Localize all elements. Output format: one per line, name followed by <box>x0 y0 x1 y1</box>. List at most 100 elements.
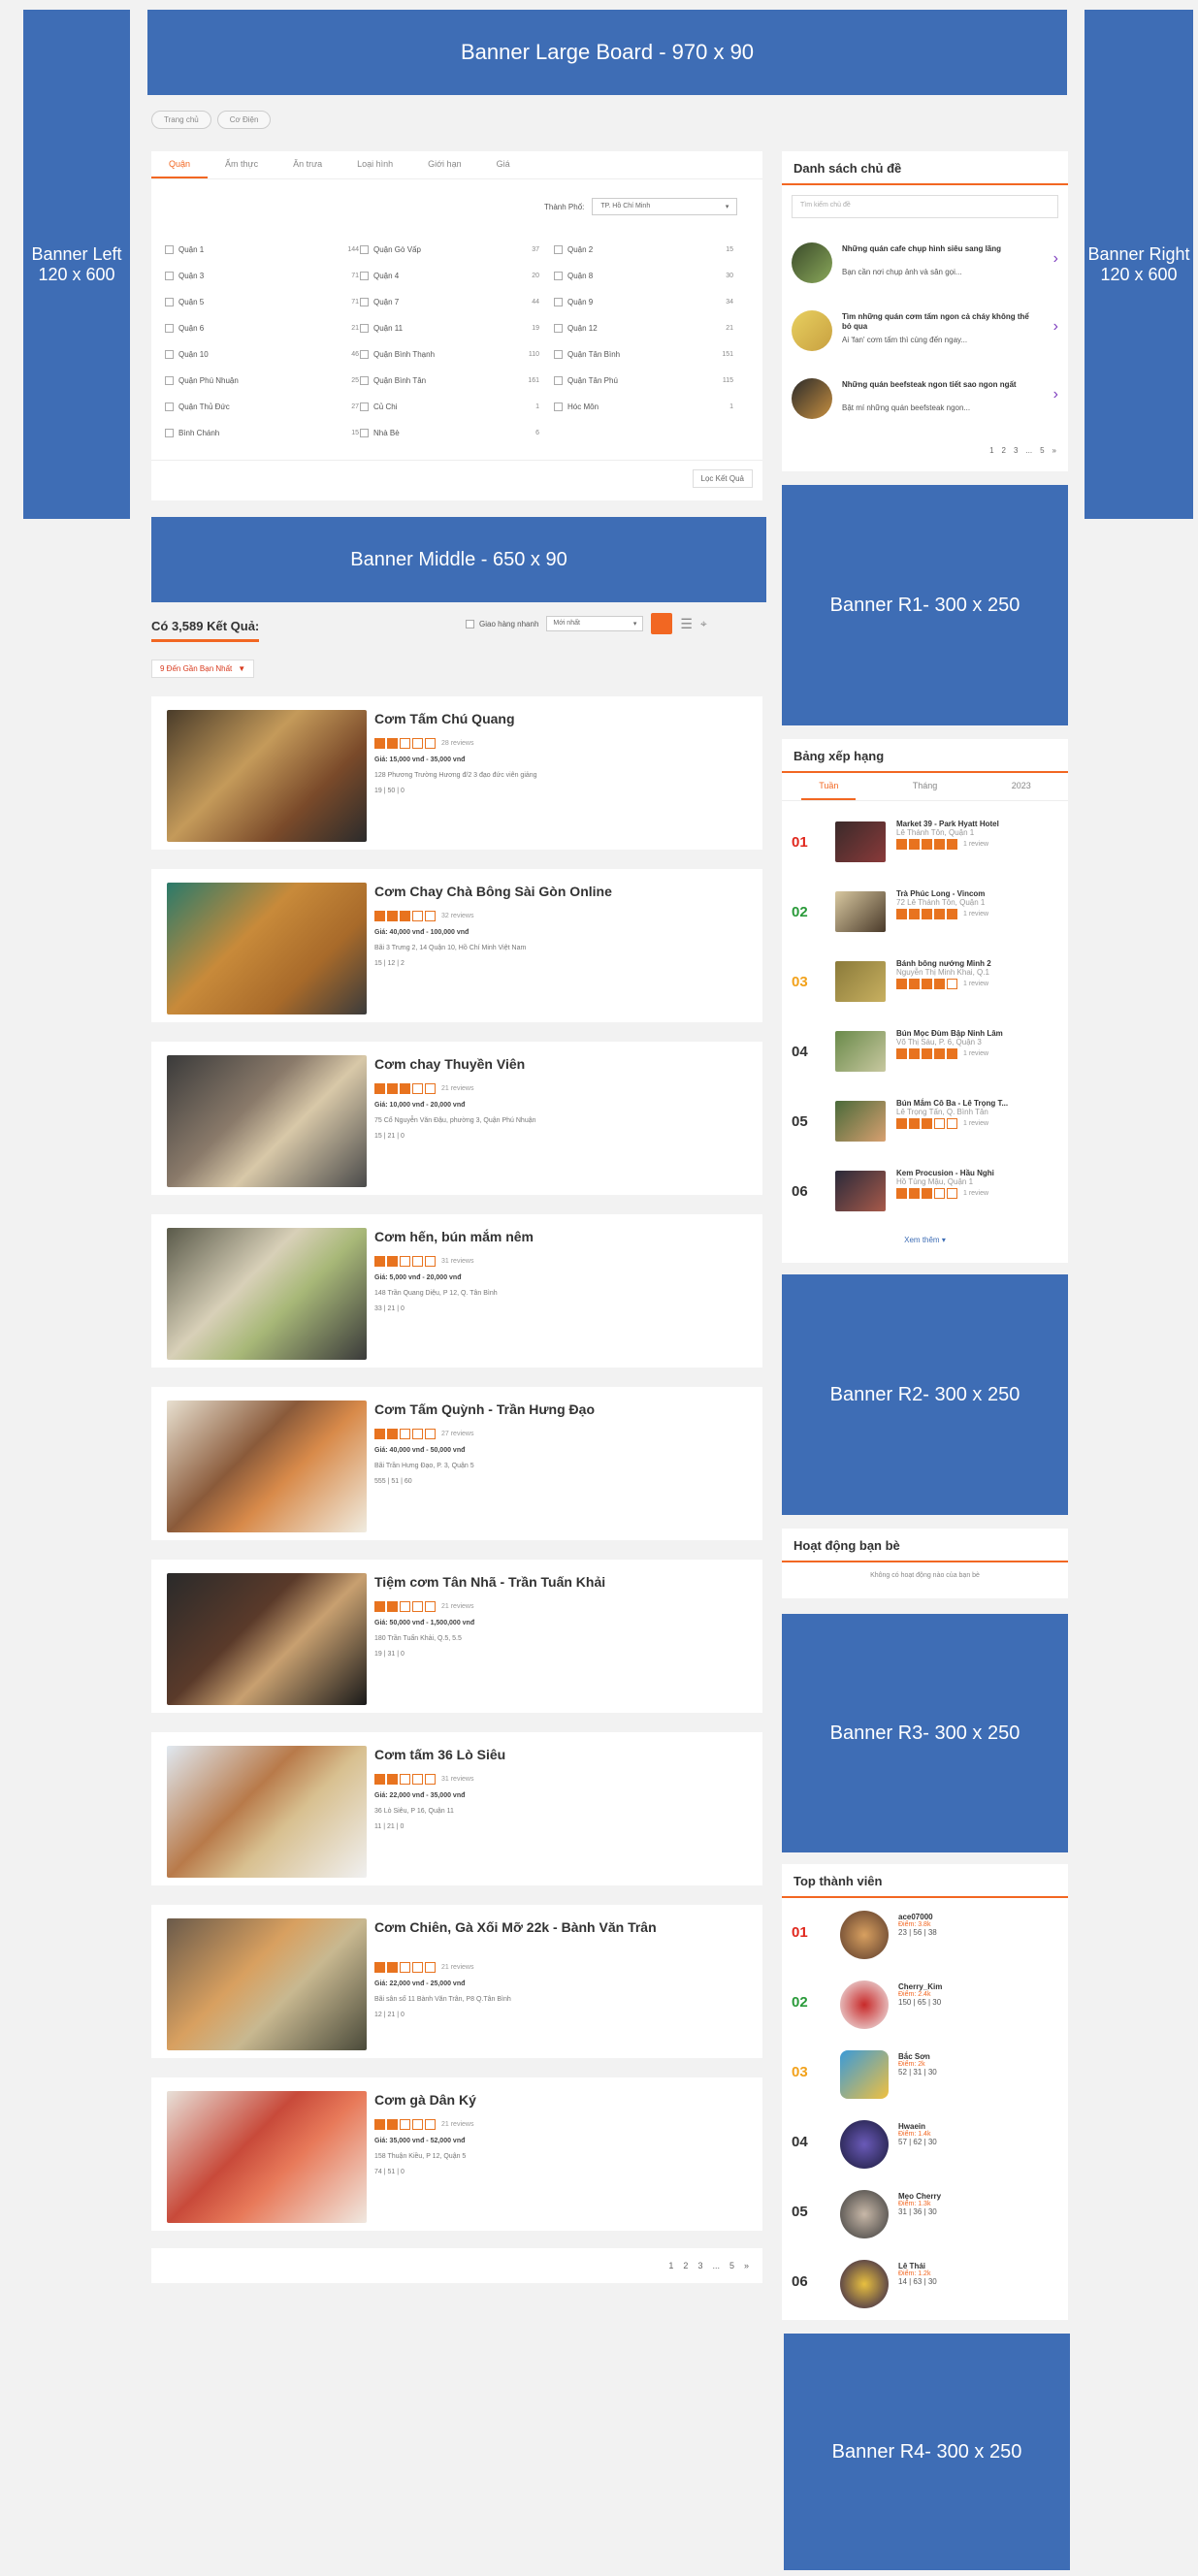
page-link[interactable]: 3 <box>697 2261 702 2270</box>
ranking-item[interactable]: 03 Bánh bông nướng Minh 2 Nguyễn Thị Min… <box>792 956 1058 1014</box>
restaurant-thumbnail[interactable] <box>167 2091 367 2223</box>
member-name[interactable]: Lê Thái <box>898 2262 937 2270</box>
member-item[interactable]: 04 Hwaein Điểm: 1.4k 57 | 62 | 30 <box>792 2116 1058 2174</box>
member-name[interactable]: Cherry_Kim <box>898 1982 942 1991</box>
district-checkbox[interactable]: Quận Bình Tân 161 <box>360 368 539 394</box>
tab-limit[interactable]: Giới hạn <box>410 151 478 178</box>
page-link[interactable]: 1 <box>989 446 993 455</box>
avatar[interactable] <box>840 2260 889 2308</box>
ranking-item[interactable]: 05 Bún Mắm Cô Ba - Lê Trọng T... Lê Trọn… <box>792 1096 1058 1154</box>
topic-item[interactable]: Tìm những quán cơm tấm ngon cả cháy khôn… <box>792 306 1058 365</box>
restaurant-title[interactable]: Cơm Chay Chà Bông Sài Gòn Online <box>374 883 695 900</box>
list-item[interactable]: Cơm Tấm Quỳnh - Trần Hưng Đạo 27 reviews… <box>151 1387 762 1540</box>
district-checkbox[interactable]: Quận Gò Vấp 37 <box>360 237 539 263</box>
restaurant-thumbnail[interactable] <box>167 710 367 842</box>
list-item[interactable]: Tiệm cơm Tân Nhã - Trần Tuấn Khải 21 rev… <box>151 1560 762 1713</box>
district-checkbox[interactable]: Quận 11 19 <box>360 315 539 341</box>
tab-year[interactable]: 2023 <box>994 773 1049 800</box>
tab-district[interactable]: Quận <box>151 151 209 178</box>
restaurant-thumbnail[interactable] <box>167 883 367 1014</box>
restaurant-thumbnail[interactable] <box>167 1055 367 1187</box>
member-name[interactable]: ace07000 <box>898 1913 937 1921</box>
map-pin-icon[interactable]: ⌖ <box>700 617 707 631</box>
restaurant-title[interactable]: Cơm chay Thuyền Viên <box>374 1055 695 1073</box>
restaurant-title[interactable]: Cơm tấm 36 Lò Siêu <box>374 1746 695 1763</box>
banner-right[interactable]: Banner Right 120 x 600 <box>1085 10 1193 519</box>
banner-middle[interactable]: Banner Middle - 650 x 90 <box>151 517 766 602</box>
topic-item[interactable]: Những quán cafe chụp hình siêu sang lãng… <box>792 239 1058 297</box>
avatar[interactable] <box>840 2050 889 2099</box>
chevron-right-icon[interactable]: › <box>1053 250 1058 268</box>
ranking-item[interactable]: 02 Trà Phúc Long - Vincom 72 Lê Thánh Tô… <box>792 886 1058 945</box>
banner-large-board[interactable]: Banner Large Board - 970 x 90 <box>147 10 1067 95</box>
district-checkbox[interactable]: Quận 4 20 <box>360 263 539 289</box>
district-checkbox[interactable]: Quận 9 34 <box>554 289 733 315</box>
chevron-right-icon[interactable]: › <box>1053 386 1058 403</box>
district-checkbox[interactable]: Quận 3 71 <box>165 263 359 289</box>
list-item[interactable]: Cơm chay Thuyền Viên 21 reviews Giá: 10,… <box>151 1042 762 1195</box>
topics-search-input[interactable]: Tìm kiếm chủ đề <box>792 195 1058 218</box>
district-checkbox[interactable]: Quận 7 44 <box>360 289 539 315</box>
page-link[interactable]: 2 <box>683 2261 688 2270</box>
district-checkbox[interactable]: Quận 1 144 <box>165 237 359 263</box>
list-item[interactable]: Cơm hến, bún mắm nêm 31 reviews Giá: 5,0… <box>151 1214 762 1368</box>
distance-dropdown[interactable]: 9 Đến Gần Bạn Nhất ▼ <box>151 660 255 678</box>
banner-r4[interactable]: Banner R4- 300 x 250 <box>784 2334 1070 2570</box>
fast-delivery-checkbox[interactable]: Giao hàng nhanh <box>466 619 538 628</box>
district-checkbox[interactable]: Quận Thủ Đức 27 <box>165 394 359 420</box>
district-checkbox[interactable]: Quận 6 21 <box>165 315 359 341</box>
district-checkbox[interactable]: Quận 5 71 <box>165 289 359 315</box>
restaurant-title[interactable]: Cơm gà Dân Ký <box>374 2091 695 2109</box>
ranking-item[interactable]: 06 Kem Procusion - Hầu Nghi Hồ Tùng Mậu,… <box>792 1166 1058 1224</box>
district-checkbox[interactable]: Bình Chánh 15 <box>165 420 359 446</box>
member-item[interactable]: 03 Bắc Sơn Điểm: 2k 52 | 31 | 30 <box>792 2046 1058 2105</box>
district-checkbox[interactable]: Quận 2 15 <box>554 237 733 263</box>
ranking-more-link[interactable]: Xem thêm ▾ <box>782 1236 1068 1244</box>
next-page-button[interactable]: » <box>1052 446 1056 455</box>
page-link[interactable]: 1 <box>668 2261 673 2270</box>
district-checkbox[interactable]: Củ Chi 1 <box>360 394 539 420</box>
list-item[interactable]: Cơm tấm 36 Lò Siêu 31 reviews Giá: 22,00… <box>151 1732 762 1885</box>
member-name[interactable]: Hwaein <box>898 2122 937 2131</box>
avatar[interactable] <box>840 2190 889 2238</box>
chevron-right-icon[interactable]: › <box>1053 318 1058 336</box>
member-name[interactable]: Mẹo Cherry <box>898 2192 941 2201</box>
restaurant-thumbnail[interactable] <box>167 1918 367 2050</box>
list-item[interactable]: Cơm Chay Chà Bông Sài Gòn Online 32 revi… <box>151 869 762 1022</box>
district-checkbox[interactable]: Quận Bình Thạnh 110 <box>360 341 539 368</box>
restaurant-title[interactable]: Cơm Chiên, Gà Xối Mỡ 22k - Bành Văn Trân <box>374 1918 695 1936</box>
page-link[interactable]: 5 <box>729 2261 734 2270</box>
district-checkbox[interactable]: Quận Tân Bình 151 <box>554 341 733 368</box>
tab-price[interactable]: Giá <box>479 151 528 178</box>
page-link[interactable]: 5 <box>1040 446 1044 455</box>
district-checkbox[interactable]: Hóc Môn 1 <box>554 394 733 420</box>
tab-week[interactable]: Tuần <box>801 773 857 800</box>
tab-cuisine[interactable]: Ẩm thực <box>208 151 275 178</box>
member-item[interactable]: 06 Lê Thái Điểm: 1.2k 14 | 63 | 30 <box>792 2256 1058 2314</box>
page-link[interactable]: 2 <box>1002 446 1006 455</box>
list-item[interactable]: Cơm Chiên, Gà Xối Mỡ 22k - Bành Văn Trân… <box>151 1905 762 2058</box>
member-item[interactable]: 01 ace07000 Điểm: 3.8k 23 | 56 | 38 <box>792 1907 1058 1965</box>
tab-type[interactable]: Loại hình <box>340 151 410 178</box>
banner-r3[interactable]: Banner R3- 300 x 250 <box>782 1614 1068 1852</box>
tab-lunch[interactable]: Ăn trưa <box>275 151 340 178</box>
restaurant-title[interactable]: Tiệm cơm Tân Nhã - Trần Tuấn Khải <box>374 1573 695 1591</box>
list-item[interactable]: Cơm Tấm Chú Quang 28 reviews Giá: 15,000… <box>151 696 762 850</box>
district-checkbox[interactable]: Quận 8 30 <box>554 263 733 289</box>
district-checkbox[interactable]: Nhà Bè 6 <box>360 420 539 446</box>
district-checkbox[interactable]: Quận 12 21 <box>554 315 733 341</box>
breadcrumb-current[interactable]: Cơ Điện <box>216 111 272 129</box>
restaurant-thumbnail[interactable] <box>167 1573 367 1705</box>
banner-r2[interactable]: Banner R2- 300 x 250 <box>782 1274 1068 1515</box>
breadcrumb-home[interactable]: Trang chủ <box>151 111 211 129</box>
tab-month[interactable]: Tháng <box>895 773 955 800</box>
grid-view-icon[interactable] <box>651 613 673 634</box>
restaurant-title[interactable]: Cơm Tấm Quỳnh - Trần Hưng Đạo <box>374 1401 695 1418</box>
restaurant-title[interactable]: Cơm Tấm Chú Quang <box>374 710 695 727</box>
restaurant-thumbnail[interactable] <box>167 1401 367 1532</box>
member-name[interactable]: Bắc Sơn <box>898 2052 937 2061</box>
restaurant-thumbnail[interactable] <box>167 1228 367 1360</box>
list-item[interactable]: Cơm gà Dân Ký 21 reviews Giá: 35,000 vnđ… <box>151 2077 762 2231</box>
sort-select[interactable]: Mới nhất ▾ <box>546 616 644 631</box>
avatar[interactable] <box>840 1911 889 1959</box>
